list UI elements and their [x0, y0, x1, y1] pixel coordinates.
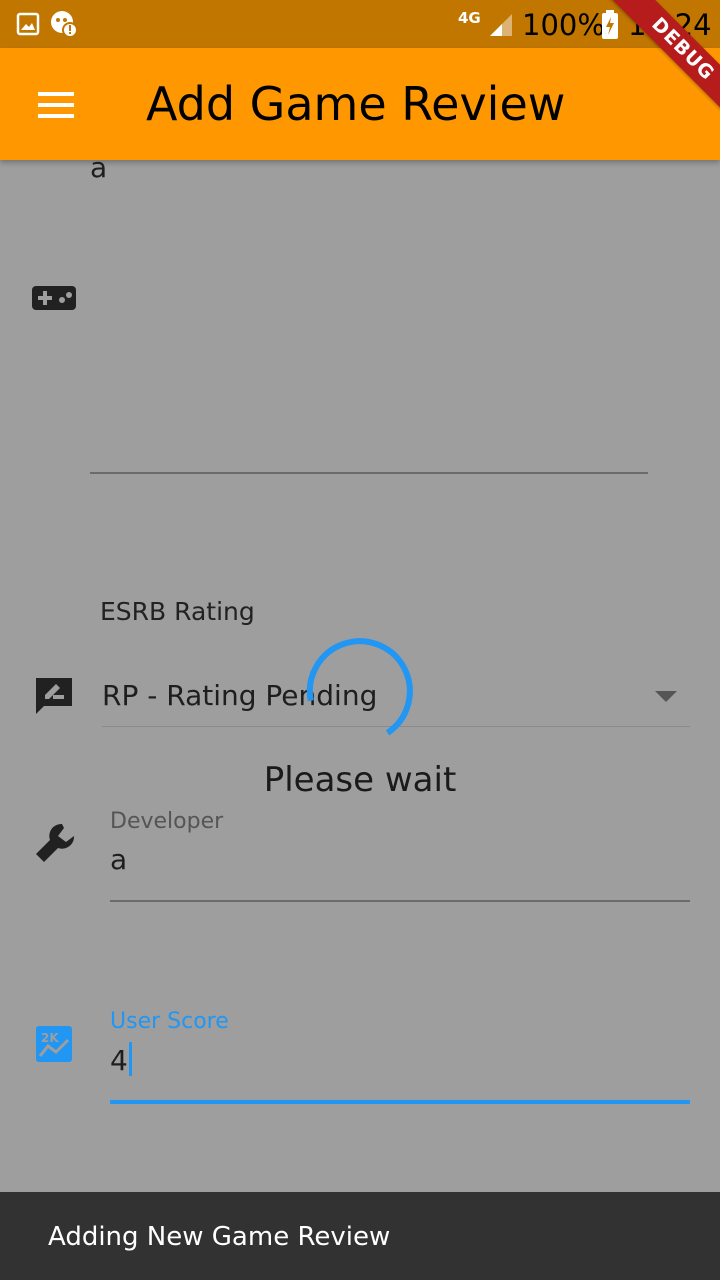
dropdown-arrow-icon[interactable]	[654, 690, 678, 704]
user-score-label: User Score	[110, 1009, 229, 1034]
gamepad-icon	[32, 286, 76, 310]
text-cursor	[128, 1042, 132, 1076]
page-title: Add Game Review	[146, 77, 566, 131]
esrb-rating-label: ESRB Rating	[100, 597, 255, 626]
debug-ribbon-label: DEBUG	[605, 0, 720, 127]
debug-ribbon: DEBUG	[560, 0, 720, 160]
gallery-notification-icon	[16, 12, 40, 36]
developer-input[interactable]: a	[110, 842, 127, 878]
user-score-input[interactable]: 4	[110, 1042, 132, 1079]
please-wait-message: Please wait	[263, 760, 457, 800]
rate-review-icon	[36, 678, 72, 714]
alert-notification-icon	[51, 11, 78, 38]
network-type-label: 4G	[458, 9, 481, 27]
snackbar-message: Adding New Game Review	[48, 1222, 391, 1252]
svg-text:2K: 2K	[41, 1031, 59, 1045]
developer-underline	[110, 900, 690, 902]
signal-icon	[490, 14, 512, 36]
developer-label: Developer	[110, 809, 224, 834]
score-icon: 2K	[36, 1026, 72, 1062]
menu-icon[interactable]	[38, 92, 74, 118]
wrench-icon	[36, 823, 75, 862]
loading-spinner	[306, 638, 413, 736]
description-field-value[interactable]: a	[90, 150, 107, 186]
user-score-underline	[110, 1100, 690, 1104]
user-score-value: 4	[110, 1044, 128, 1077]
description-field-underline	[90, 472, 648, 474]
